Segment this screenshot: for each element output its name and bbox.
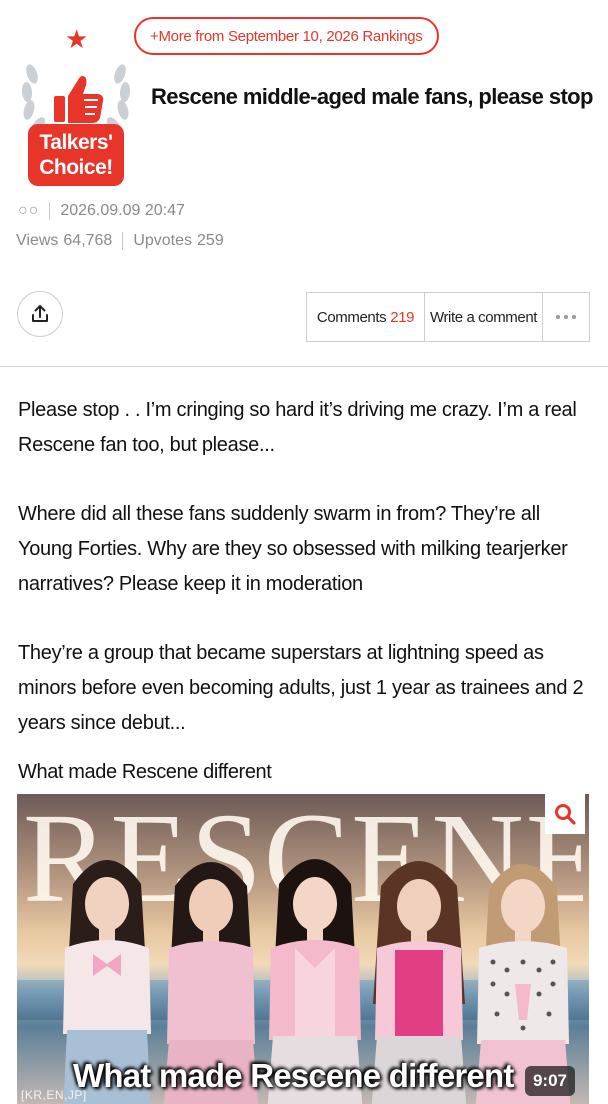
video-languages: [KR,EN,JP] [21,1088,87,1102]
author-name[interactable]: ○○ [18,202,39,220]
talkers-choice-badge: ★ Talkers' Choice! [14,26,138,190]
badge-label: Talkers' Choice! [28,124,124,186]
video-caption: What made Rescene different [18,761,272,783]
comments-count: 219 [390,308,415,326]
divider [122,232,124,250]
more-rankings-link[interactable]: +More from September 10, 2026 Rankings [134,17,439,55]
share-button[interactable] [17,291,63,337]
post-stats: Views 64,768 Upvotes 259 [16,232,224,250]
post-datetime: 2026.09.09 20:47 [60,202,185,219]
post-body: Please stop . . I’m cringing so hard it’… [18,393,590,775]
video-duration: 9:07 [524,1066,575,1096]
more-options-button[interactable] [543,293,589,341]
section-divider [0,366,608,367]
post-actions: Comments 219 Write a comment [306,292,590,342]
divider [49,202,51,220]
share-icon [32,305,48,322]
thumbnail-search-button[interactable] [545,794,585,834]
post-page: ★ Talkers' Choice! +More from September … [0,0,608,1104]
write-comment-button[interactable]: Write a comment [425,293,543,341]
post-title: Rescene middle-aged male fans, please st… [151,84,593,109]
views-label: Views [16,232,59,249]
upvotes-count: 259 [197,232,224,249]
video-thumbnail[interactable]: RESCENE What made Rescene different [KR,… [17,794,589,1104]
upvotes-label: Upvotes [133,232,193,249]
more-icon [556,315,576,319]
thumbs-up-icon [54,76,104,123]
video-title: What made Rescene different [73,1057,514,1094]
badge-line-2: Choice! [39,156,113,179]
views-count: 64,768 [63,232,113,249]
badge-line-1: Talkers' [39,131,114,154]
body-paragraph: Where did all these fans suddenly swarm … [18,503,568,595]
body-paragraph: Please stop . . I’m cringing so hard it’… [18,399,577,456]
comments-label: Comments [316,308,387,326]
comments-button[interactable]: Comments 219 [307,293,425,341]
body-paragraph: They’re a group that became superstars a… [18,642,584,734]
post-meta: ○○ 2026.09.09 20:47 [18,202,185,220]
search-icon [555,804,576,825]
